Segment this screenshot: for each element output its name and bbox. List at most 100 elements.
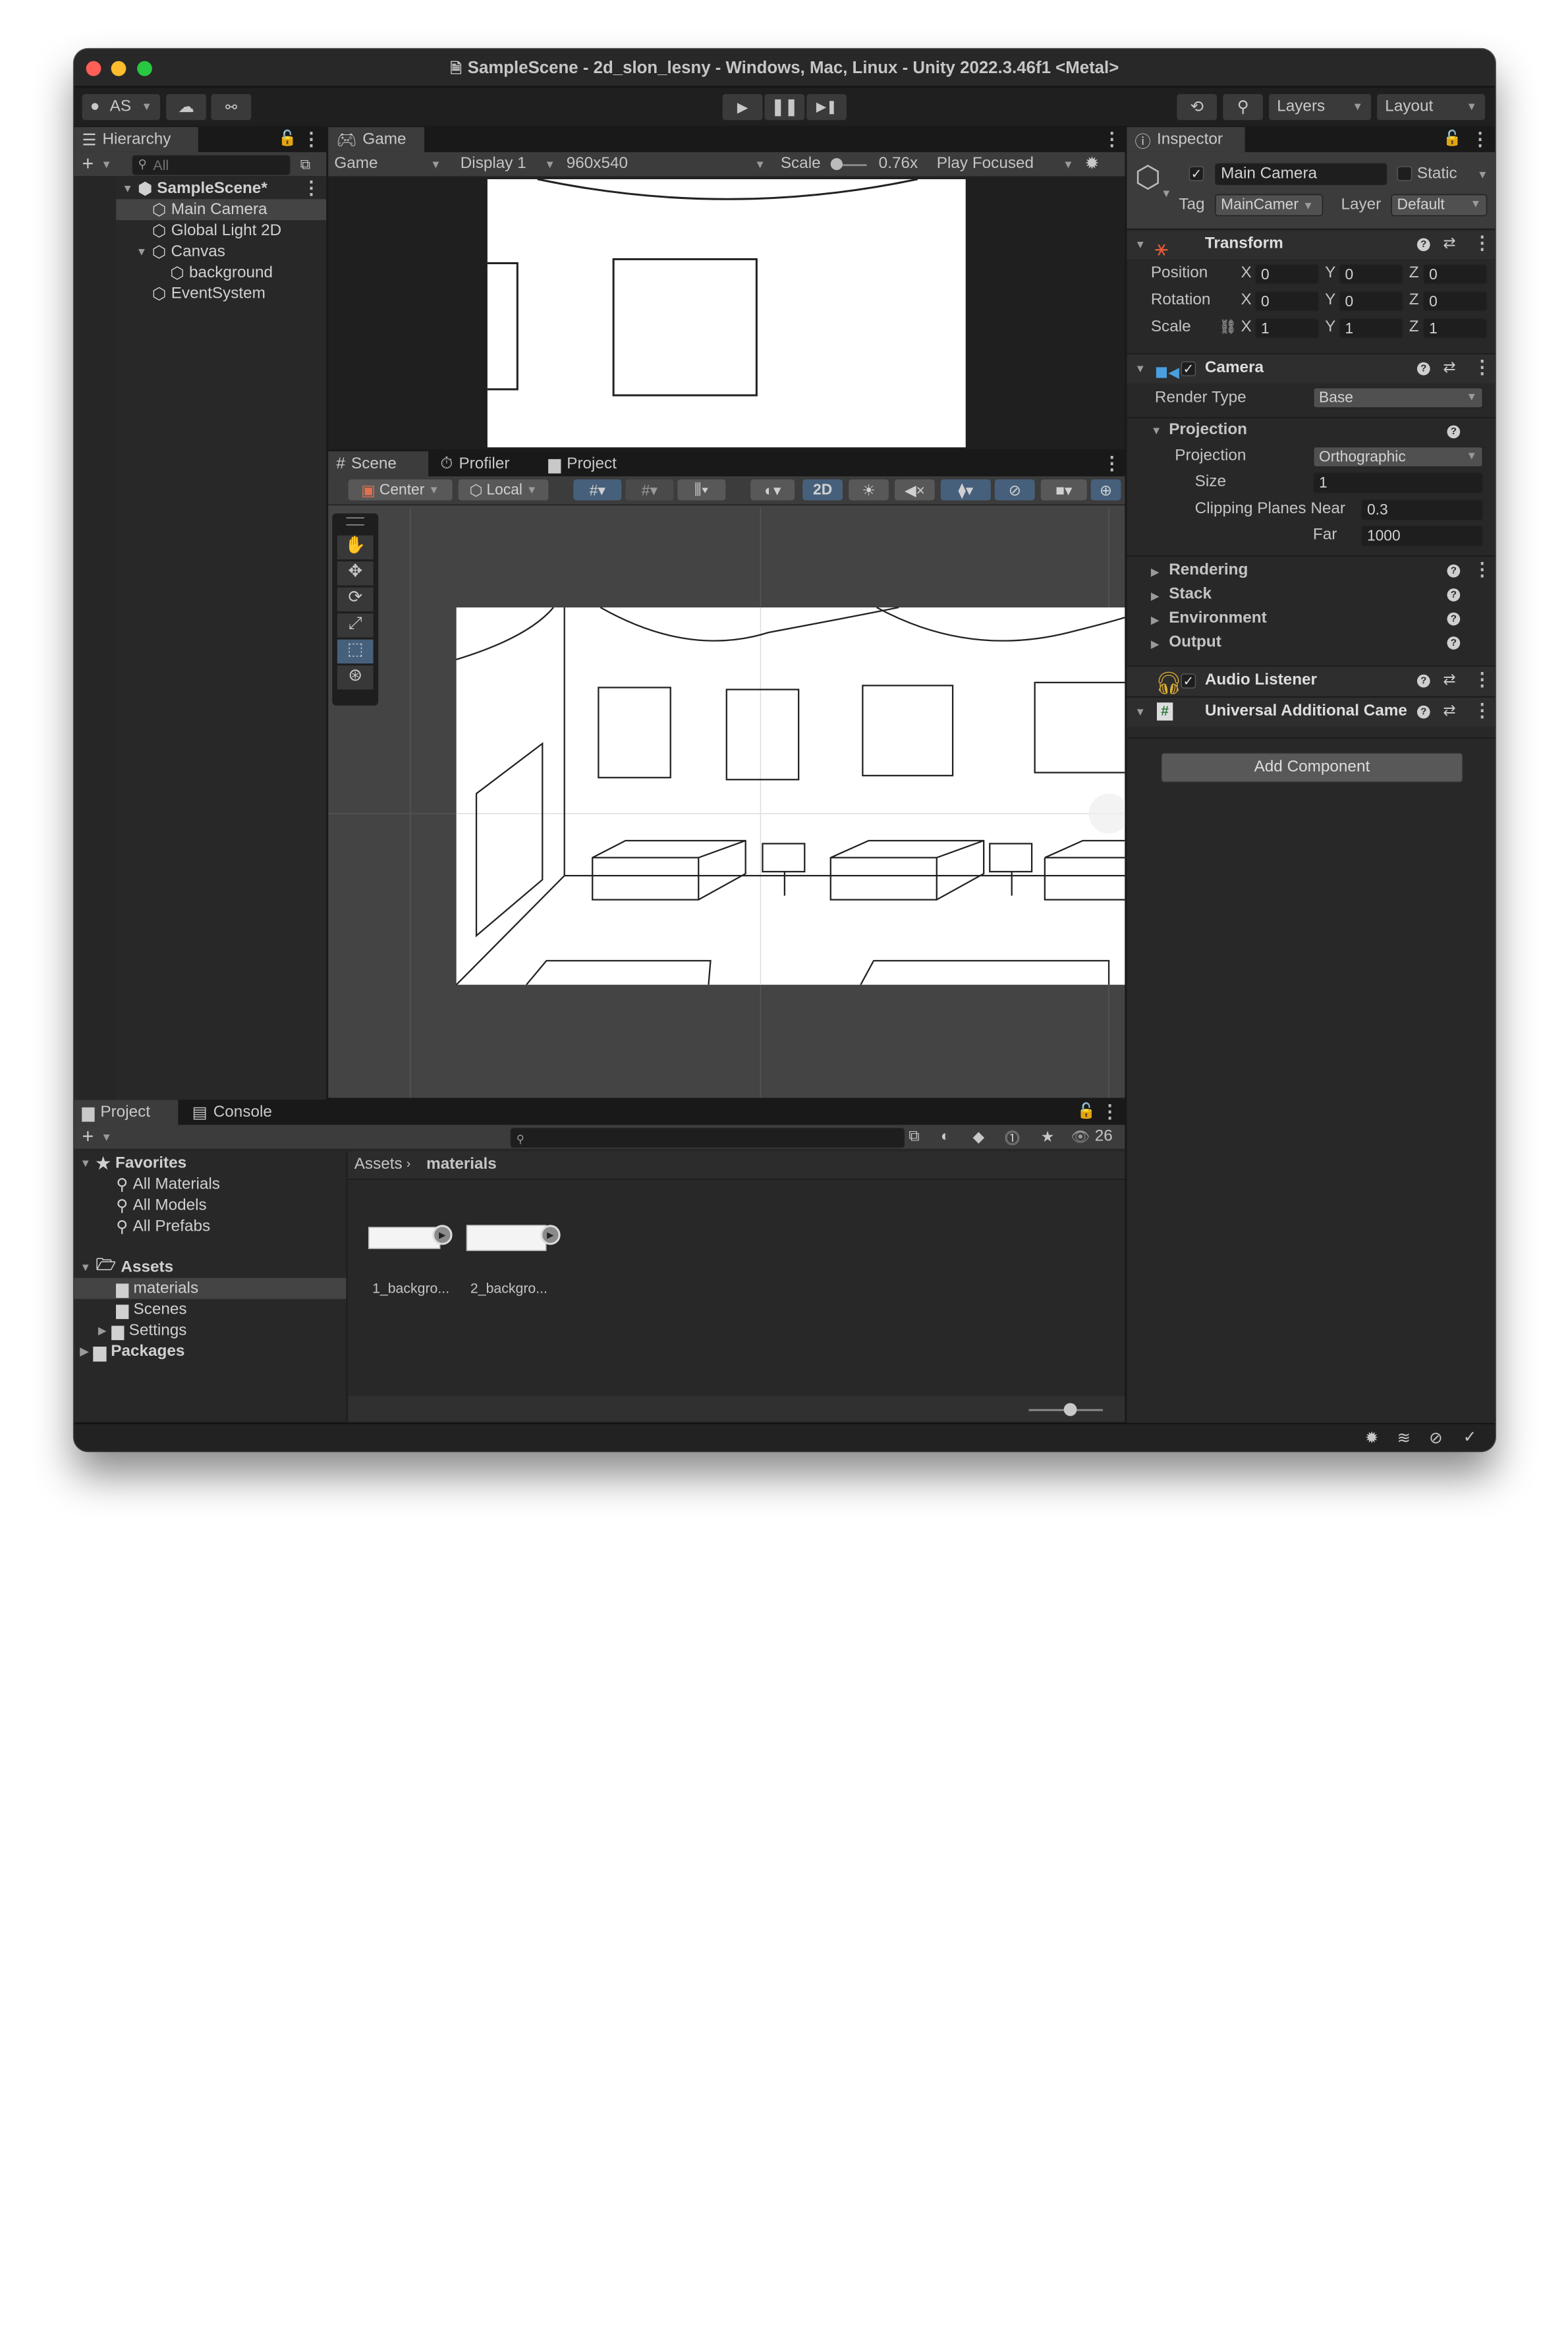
effects-dropdown[interactable]: ⧫▾: [940, 479, 991, 501]
toggle-2d-button[interactable]: 2D: [802, 479, 843, 501]
more-menu-icon[interactable]: ⋮: [1103, 453, 1121, 474]
tab-game[interactable]: 🎮︎ Game: [328, 126, 425, 152]
scene-background-sprite[interactable]: [456, 607, 1125, 985]
camera-enabled-checkbox[interactable]: ✓: [1181, 361, 1196, 377]
help-icon[interactable]: ?: [1447, 612, 1461, 626]
more-menu-icon[interactable]: ⋮: [1471, 129, 1489, 150]
help-icon[interactable]: ?: [1447, 425, 1461, 439]
preset-icon[interactable]: ⇄: [1443, 358, 1455, 376]
hierarchy-item-eventsystem[interactable]: ⬡ EventSystem: [152, 283, 266, 304]
project-search-input[interactable]: ⚲: [510, 1127, 905, 1148]
transform-x-field[interactable]: 0: [1254, 264, 1320, 285]
transform-tool-icon[interactable]: ⊛: [337, 665, 374, 690]
lighting-button[interactable]: ☀: [849, 479, 889, 501]
space-local-dropdown[interactable]: ⬡ Local ▼: [458, 479, 549, 501]
folder-item-settings[interactable]: ▶ ▆ Settings: [98, 1320, 187, 1341]
universal-camera-header[interactable]: ▼ # Universal Additional Came ? ⇄ ⋮: [1127, 696, 1496, 727]
transform-y-field[interactable]: 0: [1339, 264, 1403, 285]
transform-y-field[interactable]: 0: [1339, 291, 1403, 312]
transform-header[interactable]: ▼ ⚹ Transform ? ⇄ ⋮: [1127, 229, 1496, 260]
grid-snap-button[interactable]: #▾: [573, 479, 622, 501]
packages-foldout[interactable]: ▶ ▆ Packages: [80, 1341, 185, 1362]
favorites-foldout[interactable]: ▼ ★ Favorites: [80, 1153, 187, 1174]
transform-z-field[interactable]: 0: [1423, 291, 1488, 312]
rotate-tool-icon[interactable]: ⟳: [337, 587, 374, 612]
scene-more-icon[interactable]: ⋮: [302, 178, 320, 199]
caret-down-icon[interactable]: ▼: [1151, 426, 1162, 437]
tab-hierarchy[interactable]: ☰ Hierarchy: [74, 126, 198, 152]
audio-button[interactable]: ◀×: [894, 479, 935, 501]
audio-listener-header[interactable]: 🎧︎ ✓ Audio Listener ? ⇄ ⋮: [1127, 665, 1496, 696]
camera-section-foldout[interactable]: Environment: [1169, 609, 1267, 627]
audio-listener-checkbox[interactable]: ✓: [1181, 673, 1196, 689]
search-scope-icon[interactable]: ⧉: [909, 1128, 919, 1145]
chevron-down-icon[interactable]: ▼: [1161, 188, 1172, 200]
assets-foldout[interactable]: ▼ 🗁 Assets: [80, 1257, 174, 1278]
more-menu-icon[interactable]: ⋮: [1473, 233, 1491, 254]
help-icon[interactable]: ?: [1447, 636, 1461, 650]
hierarchy-item-background[interactable]: ⬡ background: [170, 262, 273, 283]
tab-scene[interactable]: # Scene: [328, 451, 429, 477]
check-circle-icon[interactable]: ✓: [1463, 1427, 1476, 1447]
type-filter-icon[interactable]: ◐: [941, 1128, 950, 1145]
lock-icon[interactable]: 🔓: [1077, 1102, 1095, 1120]
help-icon[interactable]: ?: [1447, 588, 1461, 602]
collab-button[interactable]: ⚯: [211, 94, 252, 121]
lock-icon[interactable]: 🔓: [1443, 129, 1461, 147]
camera-section-foldout[interactable]: Output: [1169, 634, 1221, 652]
play-icon[interactable]: ▶: [432, 1225, 453, 1245]
bug-icon[interactable]: ✹: [1365, 1428, 1378, 1448]
active-checkbox[interactable]: ✓: [1189, 166, 1204, 181]
game-mode-dropdown[interactable]: Game: [334, 155, 378, 173]
transform-y-field[interactable]: 1: [1339, 318, 1403, 339]
hierarchy-item-main-camera[interactable]: ⬡ Main Camera: [152, 199, 267, 220]
label-filter-icon[interactable]: ◆: [972, 1128, 984, 1146]
preset-icon[interactable]: ⇄: [1443, 671, 1455, 688]
scene-root[interactable]: ▼ ⬢ SampleScene*: [122, 178, 267, 199]
layers-dropdown[interactable]: Layers ▼: [1269, 94, 1372, 121]
clipping-far-field[interactable]: 1000: [1360, 525, 1484, 547]
more-menu-icon[interactable]: ⋮: [302, 129, 320, 150]
resolution-dropdown[interactable]: 960x540: [567, 155, 628, 173]
transform-z-field[interactable]: 1: [1423, 318, 1488, 339]
history-button[interactable]: ⟲: [1177, 94, 1218, 121]
chevron-down-icon[interactable]: ▼: [101, 1132, 112, 1144]
layers-stack-icon[interactable]: ≋: [1397, 1428, 1411, 1448]
bug-icon[interactable]: ✹: [1085, 154, 1100, 174]
help-icon[interactable]: ?: [1416, 362, 1430, 376]
help-icon[interactable]: ?: [1416, 238, 1430, 252]
camera-header[interactable]: ▼ ■◂ ✓ Camera ? ⇄ ⋮: [1127, 353, 1496, 384]
eye-icon[interactable]: 👁︎: [1071, 1128, 1090, 1146]
help-icon[interactable]: ?: [1447, 564, 1461, 578]
breadcrumb-materials[interactable]: materials: [426, 1156, 497, 1173]
object-name-field[interactable]: Main Camera: [1215, 163, 1387, 186]
display-dropdown[interactable]: Display 1: [461, 155, 526, 173]
tab-console[interactable]: ▤ Console: [184, 1100, 280, 1125]
hand-tool-icon[interactable]: ✋: [337, 535, 374, 560]
tag-dropdown[interactable]: MainCamer ▼: [1215, 194, 1324, 217]
warning-filter-icon[interactable]: ⓵: [1005, 1128, 1020, 1149]
shading-dropdown[interactable]: ◐▾: [750, 479, 795, 501]
search-button[interactable]: ⚲: [1223, 94, 1263, 121]
move-tool-icon[interactable]: ✥: [337, 561, 374, 586]
layout-dropdown[interactable]: Layout ▼: [1377, 94, 1486, 121]
tab-inspector[interactable]: ⓘ Inspector: [1127, 126, 1245, 152]
folder-item-materials[interactable]: ▆ materials: [116, 1278, 198, 1299]
filter-icon[interactable]: ⧉: [300, 156, 310, 173]
folder-item-scenes[interactable]: ▆ Scenes: [116, 1299, 186, 1320]
visibility-button[interactable]: ⊘: [994, 479, 1035, 501]
projection-dropdown[interactable]: Orthographic ▼: [1312, 446, 1484, 468]
favorite-item[interactable]: ⚲ All Prefabs: [116, 1216, 210, 1237]
camera-section-foldout[interactable]: Rendering: [1169, 561, 1248, 579]
play-focused-dropdown[interactable]: Play Focused: [937, 155, 1034, 173]
account-dropdown[interactable]: ● AS ▼: [82, 94, 161, 121]
network-off-icon[interactable]: ⊘: [1429, 1428, 1442, 1448]
add-icon[interactable]: +: [82, 153, 94, 176]
tab-profiler[interactable]: ⏱ Profiler: [432, 451, 517, 476]
more-menu-icon[interactable]: ⋮: [1101, 1102, 1119, 1123]
star-icon[interactable]: ★: [1041, 1128, 1054, 1146]
add-component-button[interactable]: Add Component: [1161, 752, 1463, 783]
rect-tool-icon[interactable]: ⬚: [337, 639, 374, 664]
increment-snap-button[interactable]: #▾: [625, 479, 674, 501]
pause-button[interactable]: ❚❚: [764, 94, 805, 121]
